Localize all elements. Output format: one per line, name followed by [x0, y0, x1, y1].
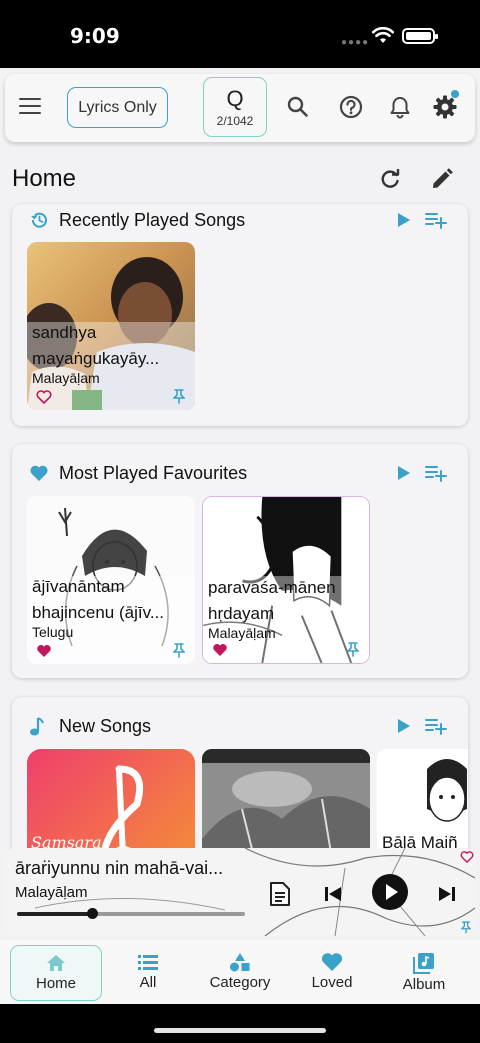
page-title: Home — [12, 165, 77, 192]
add-to-queue-icon[interactable] — [425, 717, 447, 735]
queue-button[interactable]: Q 2/1042 — [203, 77, 267, 137]
nav-label: All — [139, 974, 157, 991]
album-icon — [413, 953, 434, 974]
bottom-navigation: Home All Category Loved Album — [0, 940, 480, 1004]
add-to-queue-icon[interactable] — [425, 211, 447, 229]
song-title: paravaśa-mānen hṛdayam — [208, 578, 336, 623]
new-songs-section: New Songs Samsara Bālā Maiñ — [12, 697, 468, 857]
song-language: Malayāḷam — [32, 370, 100, 386]
nav-home[interactable]: Home — [10, 945, 102, 1001]
pin-icon[interactable] — [347, 642, 359, 657]
add-to-queue-icon[interactable] — [425, 464, 447, 482]
section-title: Recently Played Songs — [59, 210, 246, 230]
song-card[interactable] — [202, 749, 370, 857]
menu-icon[interactable] — [19, 98, 41, 116]
nav-category[interactable]: Category — [194, 945, 286, 1001]
signal-icon: ●●●● — [341, 37, 370, 48]
song-card[interactable]: Samsara — [27, 749, 195, 857]
song-artwork — [202, 749, 370, 857]
heart-icon — [321, 953, 343, 971]
music-note-icon — [30, 717, 44, 736]
battery-icon — [402, 28, 438, 44]
wifi-icon — [372, 27, 394, 43]
lyrics-only-button[interactable]: Lyrics Only — [67, 87, 168, 128]
song-title: sandhya mayaṅgukayāy... — [32, 323, 160, 368]
play-all-icon[interactable] — [397, 212, 411, 228]
nav-all[interactable]: All — [102, 945, 194, 1001]
notification-dot — [451, 90, 459, 98]
refresh-icon[interactable] — [378, 167, 402, 191]
status-bar: 9:09 ●●●● — [0, 0, 480, 68]
status-time: 9:09 — [70, 24, 120, 48]
song-card[interactable]: ājīvanāntam bhajincenu (ājīv... Telugu — [27, 496, 195, 664]
song-card[interactable]: Bālā Maiñ — [377, 749, 468, 857]
pin-icon[interactable] — [461, 921, 471, 934]
song-language: Telugu — [32, 624, 74, 640]
top-toolbar: Lyrics Only Q 2/1042 — [5, 74, 475, 142]
queue-count: 2/1042 — [216, 114, 254, 128]
heart-filled-icon[interactable] — [212, 643, 228, 657]
play-all-icon[interactable] — [397, 465, 411, 481]
home-indicator — [0, 1004, 480, 1043]
progress-fill — [17, 912, 93, 916]
section-title: Most Played Favourites — [59, 463, 248, 483]
heart-outline-icon[interactable] — [36, 390, 52, 404]
play-all-icon[interactable] — [397, 718, 411, 734]
now-playing-language: Malayāḷam — [15, 884, 88, 901]
edit-pencil-icon[interactable] — [430, 167, 454, 191]
nav-label: Loved — [311, 974, 353, 991]
song-card[interactable]: sandhya mayaṅgukayāy... Malayāḷam — [27, 242, 195, 410]
song-card[interactable]: paravaśa-mānen hṛdayam Malayāḷam — [202, 496, 370, 664]
home-icon — [47, 955, 65, 971]
help-icon[interactable] — [338, 94, 364, 120]
pin-icon[interactable] — [173, 389, 185, 404]
previous-track-icon[interactable] — [323, 884, 343, 904]
now-playing-title: āraṙiyunnu nin mahā-vai... — [15, 858, 224, 878]
bell-icon[interactable] — [387, 94, 413, 120]
nav-label: Home — [35, 975, 76, 992]
pin-icon[interactable] — [173, 643, 185, 658]
song-title: ājīvanāntam bhajincenu (ājīv... — [32, 577, 164, 622]
song-language: Malayāḷam — [208, 625, 276, 641]
nav-label: Album — [402, 976, 446, 993]
heart-icon — [30, 465, 48, 481]
nav-album[interactable]: Album — [378, 945, 470, 1001]
now-playing-bar[interactable]: āraṙiyunnu nin mahā-vai... Malayāḷam — [5, 848, 475, 936]
section-title: New Songs — [59, 716, 152, 736]
category-icon — [230, 953, 250, 972]
heart-filled-icon[interactable] — [36, 644, 52, 658]
lyrics-document-icon[interactable] — [268, 881, 292, 907]
nav-loved[interactable]: Loved — [286, 945, 378, 1001]
list-icon — [138, 955, 158, 970]
recently-played-section: Recently Played Songs sandhya mayaṅgukay… — [12, 204, 468, 426]
history-icon — [31, 212, 47, 228]
search-icon[interactable] — [285, 94, 311, 120]
heart-outline-icon[interactable] — [460, 851, 474, 863]
next-track-icon[interactable] — [437, 884, 457, 904]
play-icon[interactable] — [371, 873, 409, 911]
nav-label: Category — [209, 974, 271, 991]
progress-slider[interactable] — [17, 908, 245, 919]
most-played-favourites-section: Most Played Favourites ājīvanāntam bhaji… — [12, 444, 468, 678]
queue-letter: Q — [226, 86, 244, 111]
